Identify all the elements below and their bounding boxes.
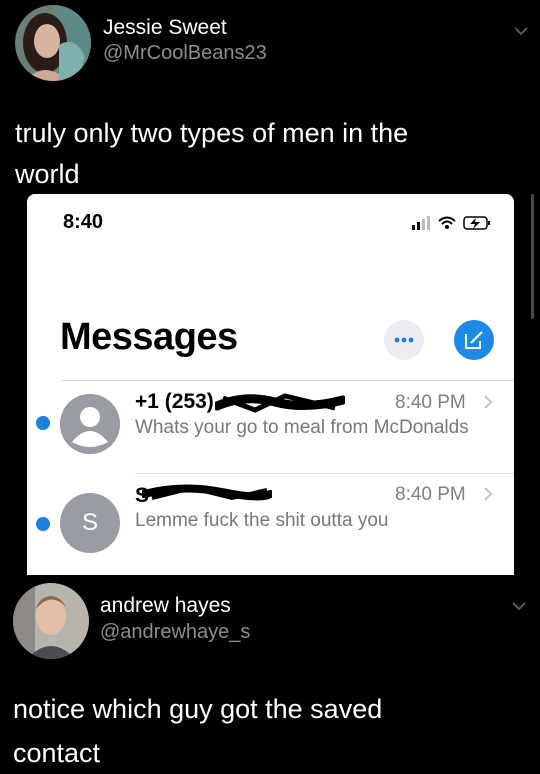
tweet-text-line: truly only two types of men in the <box>15 118 409 148</box>
scrollbar[interactable] <box>531 194 534 319</box>
message-preview: Lemme fuck the shit outta you <box>135 510 389 531</box>
username[interactable]: @andrewhaye_s <box>100 621 250 644</box>
avatar[interactable] <box>15 5 91 81</box>
display-name[interactable]: Jessie Sweet <box>103 16 227 40</box>
message-time: 8:40 PM <box>395 392 466 413</box>
conversation-row[interactable]: +1 (253) 8:40 PM Whats your go to meal f… <box>27 381 514 473</box>
compose-icon <box>465 331 483 349</box>
avatar[interactable] <box>13 583 89 659</box>
signal-icon <box>412 216 430 230</box>
status-bar-icons <box>412 216 490 230</box>
avatar-initial: S <box>81 509 98 536</box>
more-options-button[interactable] <box>384 320 424 360</box>
avatar <box>60 394 120 454</box>
status-bar-time: 8:40 <box>63 211 104 233</box>
tweet-text-line: contact <box>13 738 101 768</box>
profile-photo-icon <box>13 583 89 659</box>
chevron-down-icon[interactable] <box>510 597 528 615</box>
profile-photo-icon <box>15 5 91 81</box>
message-time: 8:40 PM <box>395 484 466 505</box>
redaction-scribble <box>142 484 272 501</box>
message-preview: Whats your go to meal from McDonalds <box>135 417 469 438</box>
battery-charging-icon <box>463 216 490 230</box>
tweet-header-andrew: andrew hayes @andrewhaye_s <box>0 575 540 665</box>
page-title: Messages <box>60 316 238 358</box>
username[interactable]: @MrCoolBeans23 <box>103 42 267 65</box>
compose-button[interactable] <box>454 320 494 360</box>
unread-indicator <box>36 416 50 430</box>
sender-name: +1 (253) <box>135 390 214 413</box>
chevron-down-icon[interactable] <box>512 22 530 40</box>
redaction-scribble <box>215 393 345 413</box>
person-silhouette-icon <box>60 394 120 454</box>
avatar: S <box>60 493 120 553</box>
ellipsis-icon <box>394 337 414 343</box>
tweet-header-jessie: Jessie Sweet @MrCoolBeans23 <box>0 0 540 90</box>
tweet-text-line: world <box>15 159 80 189</box>
wifi-icon <box>438 216 456 229</box>
attached-screenshot[interactable]: 8:40 Messages +1 (253) 8:40 PM Whats you… <box>27 194 514 575</box>
conversation-row[interactable]: S S 8:40 PM Lemme fuck the shit outta yo… <box>27 474 514 575</box>
chevron-right-icon <box>484 487 493 501</box>
display-name[interactable]: andrew hayes <box>100 594 231 618</box>
unread-indicator <box>36 517 50 531</box>
tweet-text-line: notice which guy got the saved <box>13 694 383 724</box>
chevron-right-icon <box>484 395 493 409</box>
